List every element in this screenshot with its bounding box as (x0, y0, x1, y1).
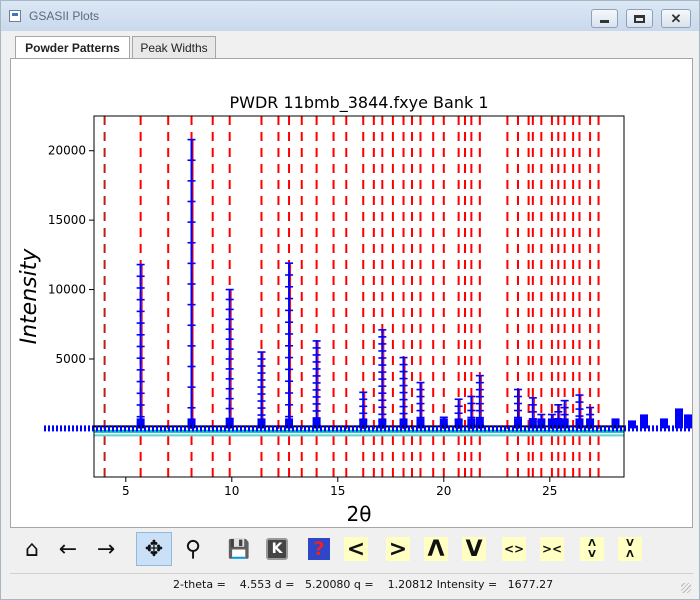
y-tick-label: 5000 (55, 352, 86, 366)
tab-powder-patterns[interactable]: Powder Patterns (15, 36, 130, 59)
close-icon: ✕ (670, 10, 682, 26)
shift-left-button[interactable]: < (338, 532, 374, 566)
help-button[interactable]: ? (301, 532, 337, 566)
shift-left-icon: < (344, 537, 368, 562)
shift-right-button[interactable]: > (380, 532, 416, 566)
back-button[interactable]: ← (50, 532, 86, 566)
contract-x-icon: >< (540, 537, 564, 561)
plot-area (94, 116, 624, 477)
zoom-button[interactable]: ⚲ (175, 532, 211, 566)
zoom-icon: ⚲ (184, 536, 202, 562)
chart-title: PWDR 11bmb_3844.fxye Bank 1 (229, 93, 488, 113)
expand-y-icon: ΛV (580, 537, 604, 561)
powder-pattern-chart[interactable]: 5 10 15 20 25 5000 10000 15000 20000 PWDR 11bmb_3… (11, 59, 692, 527)
x-tick-label: 25 (542, 484, 557, 498)
shift-up-button[interactable]: Λ (418, 532, 454, 566)
expand-y-button[interactable]: ΛV (574, 532, 610, 566)
y-tick-label: 20000 (48, 144, 86, 158)
observed-overflow (628, 420, 636, 429)
k-key-button[interactable]: K (259, 532, 295, 566)
y-tick-label: 15000 (48, 213, 86, 227)
x-axis-label: 2θ (347, 502, 372, 526)
contract-x-button[interactable]: >< (534, 532, 570, 566)
minimize-button[interactable] (591, 9, 618, 28)
home-button[interactable]: ⌂ (14, 532, 50, 566)
contract-y-icon: VΛ (618, 537, 642, 561)
x-tick-label: 15 (330, 484, 345, 498)
title-bar[interactable]: GSASII Plots ✕ (1, 1, 699, 31)
shift-up-icon: Λ (424, 537, 448, 562)
x-tick-label: 5 (122, 484, 130, 498)
home-icon: ⌂ (25, 536, 39, 562)
maximize-icon (634, 14, 645, 23)
k-key-icon: K (266, 538, 288, 560)
expand-x-icon: <> (502, 537, 526, 561)
contract-y-button[interactable]: VΛ (612, 532, 648, 566)
back-arrow-icon: ← (58, 536, 78, 562)
forward-button[interactable]: → (88, 532, 124, 566)
plot-window: GSASII Plots ✕ Powder Patterns Peak Widt… (0, 0, 700, 600)
observed-overflow (640, 414, 648, 429)
save-icon: 💾 (227, 538, 251, 560)
tab-peak-widths[interactable]: Peak Widths (132, 36, 216, 58)
help-icon: ? (308, 538, 330, 560)
y-axis-label: Intensity (17, 248, 42, 345)
observed-overflow (660, 418, 668, 429)
pan-button[interactable]: ✥ (136, 532, 172, 566)
observed-overflow (675, 408, 683, 429)
pan-icon: ✥ (144, 536, 164, 562)
shift-right-icon: > (386, 537, 410, 562)
close-button[interactable]: ✕ (661, 9, 691, 28)
resize-grip-icon[interactable] (681, 583, 691, 593)
expand-x-button[interactable]: <> (496, 532, 532, 566)
window-title: GSASII Plots (29, 9, 100, 23)
status-bar: 2-theta = 4.553 d = 5.20080 q = 1.20812 … (10, 573, 693, 595)
forward-arrow-icon: → (96, 536, 116, 562)
shift-down-button[interactable]: V (456, 532, 492, 566)
x-tick-label: 20 (436, 484, 451, 498)
plot-panel: 5 10 15 20 25 5000 10000 15000 20000 PWDR 11bmb_3… (10, 58, 693, 528)
shift-down-icon: V (462, 537, 486, 562)
cursor-readout: 2-theta = 4.553 d = 5.20080 q = 1.20812 … (173, 578, 554, 591)
app-icon (9, 10, 21, 22)
y-tick-label: 10000 (48, 283, 86, 297)
minimize-icon (600, 20, 609, 23)
observed-overflow (684, 414, 692, 429)
plot-toolbar: ⌂ ← → ✥ ⚲ 💾 K ? < > Λ V <> >< ΛV VΛ (10, 529, 693, 569)
save-button[interactable]: 💾 (221, 532, 257, 566)
maximize-button[interactable] (626, 9, 653, 28)
x-tick-label: 10 (224, 484, 239, 498)
